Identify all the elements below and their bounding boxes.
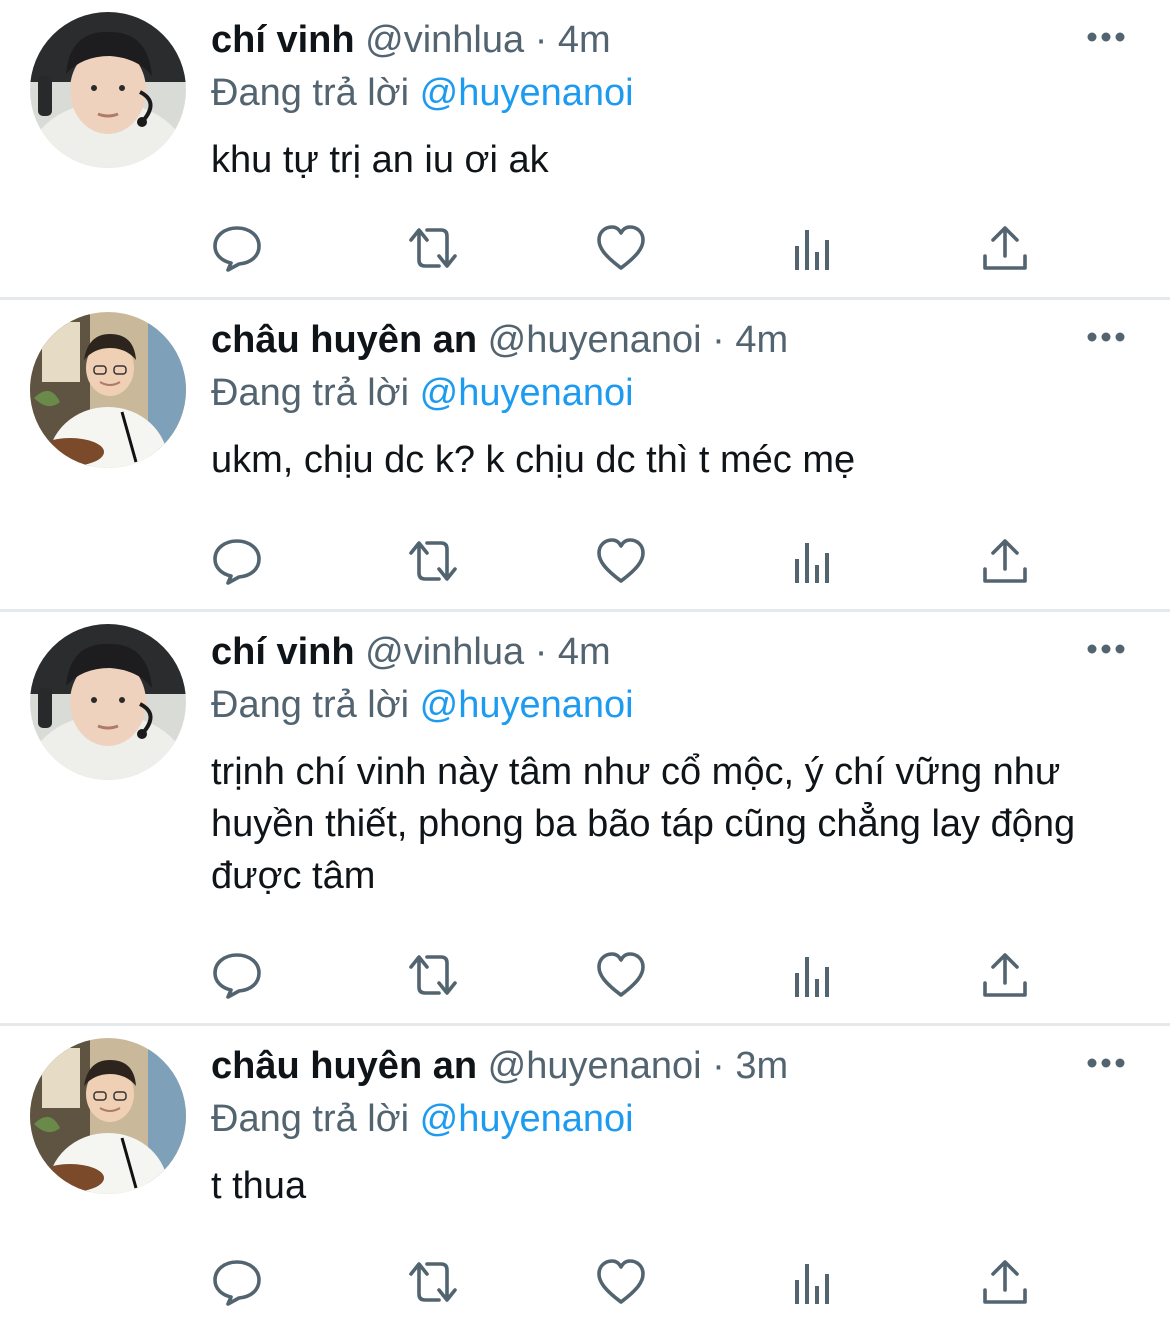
reply-icon[interactable] — [211, 535, 263, 587]
separator-dot: · — [712, 1045, 725, 1087]
timestamp[interactable]: 4m — [558, 19, 611, 61]
share-icon[interactable] — [979, 535, 1031, 587]
like-icon[interactable] — [595, 1256, 647, 1308]
avatar-vinh[interactable] — [30, 624, 186, 780]
display-name[interactable]: chí vinh — [211, 631, 355, 673]
separator-dot: · — [712, 319, 725, 361]
user-handle[interactable]: @vinhlua — [365, 19, 524, 61]
action-bar — [211, 949, 1041, 1001]
user-handle[interactable]: @huyenanoi — [488, 1045, 702, 1087]
reply-prefix: Đang trả lời — [211, 372, 410, 414]
tweet[interactable]: châu huyên an @huyenanoi · 4m Đang trả l… — [0, 300, 1170, 612]
share-icon[interactable] — [979, 222, 1031, 274]
tweet-text: t thua — [211, 1165, 307, 1207]
like-icon[interactable] — [595, 535, 647, 587]
reply-prefix: Đang trả lời — [211, 72, 410, 114]
display-name[interactable]: châu huyên an — [211, 1045, 477, 1087]
tweet-text: trịnh chí vinh này tâm như cổ mộc, ý chí… — [211, 751, 1076, 897]
tweet-text: ukm, chịu dc k? k chịu dc thì t méc mẹ — [211, 439, 856, 481]
reply-icon[interactable] — [211, 222, 263, 274]
more-options-icon[interactable] — [1086, 330, 1126, 344]
reply-context: Đang trả lời @huyenanoi — [211, 680, 1130, 730]
tweet-text: khu tự trị an iu ơi ak — [211, 139, 549, 181]
display-name[interactable]: chí vinh — [211, 19, 355, 61]
reply-prefix: Đang trả lời — [211, 684, 410, 726]
timestamp[interactable]: 4m — [735, 319, 788, 361]
like-icon[interactable] — [595, 949, 647, 1001]
display-name[interactable]: châu huyên an — [211, 319, 477, 361]
separator-dot: · — [534, 19, 548, 61]
more-options-icon[interactable] — [1086, 1056, 1126, 1070]
avatar-an[interactable] — [30, 1038, 186, 1194]
more-options-icon[interactable] — [1086, 30, 1126, 44]
tweet[interactable]: châu huyên an @huyenanoi · 3m Đang trả l… — [0, 1026, 1170, 1317]
tweet-header: châu huyên an @huyenanoi · 4m — [211, 312, 1130, 368]
analytics-icon[interactable] — [789, 949, 841, 1001]
mention-link[interactable]: @huyenanoi — [420, 684, 634, 726]
separator-dot: · — [534, 631, 548, 673]
user-handle[interactable]: @vinhlua — [365, 631, 524, 673]
action-bar — [211, 535, 1041, 587]
action-bar — [211, 1256, 1041, 1308]
retweet-icon[interactable] — [403, 222, 457, 274]
more-options-icon[interactable] — [1086, 642, 1126, 656]
avatar-an[interactable] — [30, 312, 186, 468]
reply-context: Đang trả lời @huyenanoi — [211, 368, 1130, 418]
timestamp[interactable]: 4m — [558, 631, 611, 673]
tweet-header: chí vinh @vinhlua · 4m — [211, 12, 1130, 68]
tweet-header: chí vinh @vinhlua · 4m — [211, 624, 1130, 680]
analytics-icon[interactable] — [789, 535, 841, 587]
retweet-icon[interactable] — [403, 535, 457, 587]
tweet[interactable]: chí vinh @vinhlua · 4m Đang trả lời @huy… — [0, 612, 1170, 1026]
reply-context: Đang trả lời @huyenanoi — [211, 1094, 1130, 1144]
avatar-vinh[interactable] — [30, 12, 186, 168]
analytics-icon[interactable] — [789, 1256, 841, 1308]
user-handle[interactable]: @huyenanoi — [488, 319, 702, 361]
reply-prefix: Đang trả lời — [211, 1098, 410, 1140]
retweet-icon[interactable] — [403, 1256, 457, 1308]
timestamp[interactable]: 3m — [735, 1045, 788, 1087]
mention-link[interactable]: @huyenanoi — [420, 372, 634, 414]
reply-icon[interactable] — [211, 1256, 263, 1308]
reply-icon[interactable] — [211, 949, 263, 1001]
share-icon[interactable] — [979, 949, 1031, 1001]
analytics-icon[interactable] — [789, 222, 841, 274]
reply-context: Đang trả lời @huyenanoi — [211, 68, 1130, 118]
tweet[interactable]: chí vinh @vinhlua · 4m Đang trả lời @huy… — [0, 0, 1170, 300]
mention-link[interactable]: @huyenanoi — [420, 72, 634, 114]
retweet-icon[interactable] — [403, 949, 457, 1001]
like-icon[interactable] — [595, 222, 647, 274]
tweet-header: châu huyên an @huyenanoi · 3m — [211, 1038, 1130, 1094]
share-icon[interactable] — [979, 1256, 1031, 1308]
action-bar — [211, 222, 1041, 274]
mention-link[interactable]: @huyenanoi — [420, 1098, 634, 1140]
